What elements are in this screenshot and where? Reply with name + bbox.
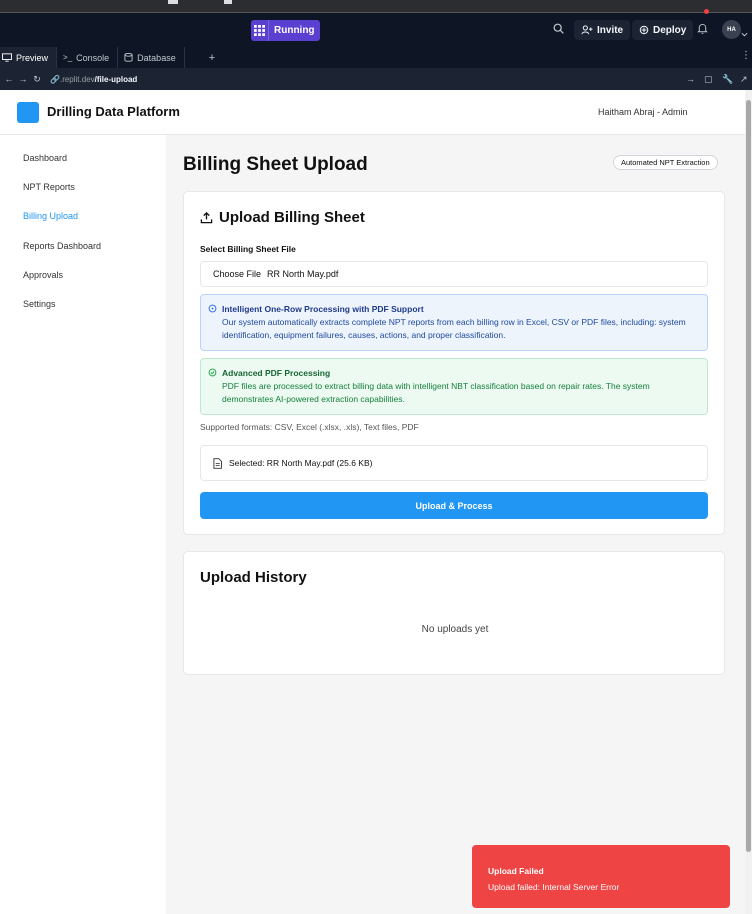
add-tab-icon[interactable]: + [185, 47, 223, 68]
check-circle-icon [208, 368, 217, 377]
browser-tab-icon [168, 0, 178, 4]
info-box-pdf-title: Advanced PDF Processing [222, 368, 331, 378]
choose-file-button[interactable]: Choose File [213, 269, 261, 279]
deploy-label: Deploy [653, 24, 687, 36]
deploy-icon [639, 25, 649, 35]
upload-history-card: Upload History No uploads yet [183, 551, 725, 675]
url-prefix: .replit.dev [59, 74, 95, 84]
upload-card-title: Upload Billing Sheet [219, 209, 365, 226]
bell-icon[interactable] [696, 22, 712, 38]
upload-card-header: Upload Billing Sheet [200, 209, 365, 226]
toast-title: Upload Failed [488, 866, 544, 876]
toast-message: Upload failed: Internal Server Error [488, 882, 620, 892]
tab-preview-label: Preview [16, 52, 49, 63]
info-box-pdf-body: PDF files are processed to extract billi… [222, 381, 650, 404]
monitor-icon [2, 53, 12, 62]
sidebar-item-settings[interactable]: Settings [23, 299, 56, 309]
add-user-icon [581, 25, 593, 35]
app-title: Drilling Data Platform [47, 104, 180, 119]
url-path: /file-upload [94, 74, 138, 84]
sidebar-item-npt-reports[interactable]: NPT Reports [23, 182, 75, 192]
search-icon[interactable] [552, 22, 568, 38]
tab-database[interactable]: Database [118, 47, 184, 68]
browser-tab-control[interactable] [224, 0, 232, 4]
sidebar-item-approvals[interactable]: Approvals [23, 270, 63, 280]
deploy-button[interactable]: Deploy [632, 20, 694, 40]
info-circle-icon [208, 304, 217, 313]
invite-label: Invite [597, 24, 624, 36]
page-scrollbar[interactable] [745, 90, 752, 914]
reload-icon[interactable]: ↻ [30, 74, 44, 85]
replit-tab-bar: Preview >_ Console Database + ⋮ [0, 47, 752, 68]
upload-process-button[interactable]: Upload & Process [200, 492, 708, 519]
back-arrow-icon[interactable]: ← [2, 74, 16, 84]
invite-button[interactable]: Invite [574, 20, 631, 40]
tab-preview[interactable]: Preview [0, 47, 57, 68]
sidebar-item-dashboard[interactable]: Dashboard [23, 153, 67, 163]
more-options-icon[interactable]: ⋮ [741, 50, 751, 61]
upload-card: Upload Billing Sheet Select Billing Shee… [183, 191, 725, 535]
page-title: Billing Sheet Upload [183, 154, 368, 175]
file-input[interactable]: Choose File RR North May.pdf [200, 261, 708, 287]
app-page: Drilling Data Platform Haitham Abraj - A… [0, 90, 745, 914]
error-toast[interactable]: Upload Failed Upload failed: Internal Se… [472, 845, 730, 908]
file-icon [213, 457, 222, 469]
chevron-down-icon[interactable] [741, 25, 749, 41]
replit-header: Running Invite Deploy HA [0, 9, 752, 47]
run-status-label: Running [268, 20, 320, 41]
browser-top-strip [0, 0, 752, 13]
supported-formats: Supported formats: CSV, Excel (.xlsx, .x… [200, 422, 419, 432]
sidebar: Dashboard NPT Reports Billing Upload Rep… [0, 135, 166, 914]
app-logo [17, 102, 39, 123]
run-status-badge[interactable]: Running [251, 20, 320, 41]
info-box-processing-title: Intelligent One-Row Processing with PDF … [222, 304, 424, 314]
status-badge: Automated NPT Extraction [613, 155, 718, 170]
wrench-icon[interactable]: 🔧 [722, 74, 733, 85]
info-box-processing: Intelligent One-Row Processing with PDF … [200, 294, 708, 351]
upload-history-title: Upload History [200, 569, 307, 586]
tab-console-label: Console [76, 52, 110, 63]
url-field[interactable]: 🔗.replit.dev/file-upload [50, 75, 137, 84]
selected-file-text: Selected: RR North May.pdf (25.6 KB) [229, 458, 373, 468]
notification-dot [704, 9, 709, 14]
sidebar-item-reports-dashboard[interactable]: Reports Dashboard [23, 241, 101, 251]
open-external-icon[interactable]: → [686, 74, 695, 84]
tab-console[interactable]: >_ Console [57, 47, 117, 68]
preview-url-bar: ← → ↻ 🔗.replit.dev/file-upload → ▢ 🔧 ↗ [0, 68, 752, 90]
avatar[interactable]: HA [722, 20, 741, 39]
terminal-icon: >_ [63, 53, 73, 62]
upload-icon [200, 211, 213, 224]
app-header: Drilling Data Platform Haitham Abraj - A… [0, 90, 745, 135]
file-field-label: Select Billing Sheet File [200, 244, 296, 254]
main-content: Billing Sheet Upload Automated NPT Extra… [166, 135, 745, 914]
new-window-icon[interactable]: ↗ [740, 74, 748, 85]
user-label[interactable]: Haitham Abraj - Admin [598, 107, 688, 117]
sidebar-item-billing-upload[interactable]: Billing Upload [23, 211, 78, 221]
database-icon [124, 53, 133, 62]
chosen-file-name: RR North May.pdf [267, 269, 339, 279]
tab-database-label: Database [137, 52, 176, 63]
info-box-processing-body: Our system automatically extracts comple… [222, 317, 686, 340]
info-box-pdf: Advanced PDF Processing PDF files are pr… [200, 358, 708, 415]
grid-icon [251, 20, 268, 41]
selected-file-box: Selected: RR North May.pdf (25.6 KB) [200, 445, 708, 481]
empty-state-message: No uploads yet [421, 624, 489, 635]
scrollbar-thumb[interactable] [746, 100, 751, 852]
forward-arrow-icon[interactable]: → [16, 74, 30, 84]
devtools-icon[interactable]: ▢ [704, 74, 713, 85]
